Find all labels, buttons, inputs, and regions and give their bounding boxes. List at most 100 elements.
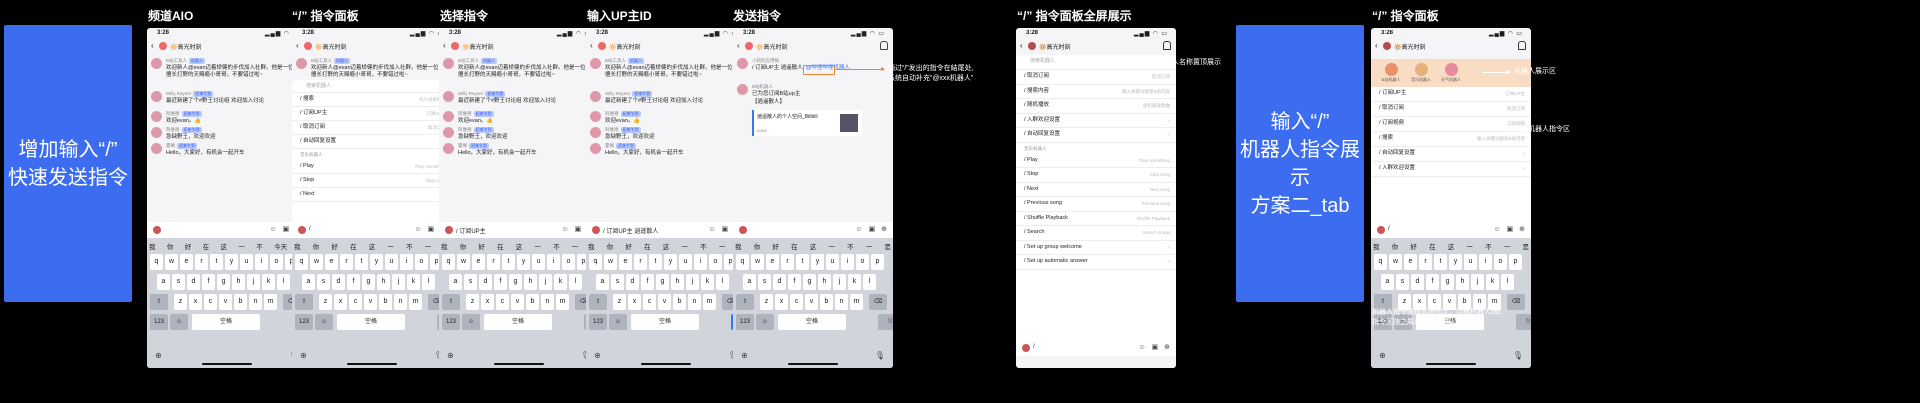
command-item[interactable]: / Search Search songs — [1016, 226, 1176, 241]
key[interactable]: o — [415, 254, 428, 270]
globe-icon[interactable]: ⊕ — [300, 351, 307, 360]
space-key[interactable]: 空格 — [778, 314, 846, 330]
key[interactable]: q — [736, 254, 749, 270]
link-card[interactable]: 逍遥散人的个人空间_Bilibili bilibili — [752, 110, 862, 136]
key[interactable]: t — [796, 254, 809, 270]
key[interactable]: u — [679, 254, 692, 270]
candidate-word[interactable]: 这 — [1448, 241, 1455, 251]
key[interactable]: u — [826, 254, 839, 270]
key[interactable]: f — [202, 274, 215, 290]
key[interactable]: l — [716, 274, 729, 290]
candidate-word[interactable]: 一 — [387, 241, 394, 251]
candidate-word[interactable]: 在 — [203, 241, 210, 251]
key[interactable]: y — [664, 254, 677, 270]
space-key[interactable]: 空格 — [631, 314, 699, 330]
command-item[interactable]: / 随机播放 随机播放歌曲 — [1016, 99, 1176, 114]
command-item[interactable]: / 入群欢迎设置 > — [1371, 162, 1531, 177]
candidate-word[interactable]: 在 — [350, 241, 357, 251]
back-icon[interactable]: ‹ — [737, 41, 740, 50]
back-icon[interactable]: ‹ — [443, 41, 446, 50]
member-icon[interactable] — [880, 41, 888, 50]
candidate-word[interactable]: 不 — [553, 241, 560, 251]
key[interactable]: s — [172, 274, 185, 290]
key[interactable]: m — [703, 294, 716, 310]
candidate-word[interactable]: 我 — [735, 241, 742, 251]
key[interactable]: g — [803, 274, 816, 290]
back-icon[interactable]: ‹ — [1375, 41, 1378, 50]
key[interactable]: g — [217, 274, 230, 290]
key[interactable]: z — [174, 294, 187, 310]
bot-tab[interactable]: B站机器人 — [1379, 63, 1403, 83]
key[interactable]: i — [694, 254, 707, 270]
key[interactable]: r — [195, 254, 208, 270]
key[interactable]: c — [790, 294, 803, 310]
mic-icon[interactable]: 🎙 — [1513, 351, 1523, 360]
key[interactable]: o — [270, 254, 283, 270]
key[interactable]: w — [604, 254, 617, 270]
command-item[interactable]: / Set up automatic answer > — [1016, 255, 1176, 270]
bot-tab[interactable]: 天气机器人 — [1439, 63, 1463, 83]
key[interactable]: t — [502, 254, 515, 270]
candidate-word[interactable]: 好 — [625, 241, 632, 251]
key[interactable]: s — [611, 274, 624, 290]
numbers-key[interactable]: 123 — [295, 314, 313, 330]
numbers-key[interactable]: 123 — [442, 314, 460, 330]
candidate-word[interactable]: 今天 — [274, 241, 287, 251]
key[interactable]: f — [788, 274, 801, 290]
key[interactable]: w — [1389, 254, 1402, 270]
emoji-key[interactable]: ☺ — [462, 314, 480, 330]
key[interactable]: s — [464, 274, 477, 290]
shift-key[interactable]: ⇧ — [589, 294, 607, 310]
candidate-word[interactable]: 我 — [1373, 241, 1380, 251]
key[interactable]: i — [1479, 254, 1492, 270]
input-tool-icons[interactable]: ☺ ▣ ⊕ — [1138, 343, 1172, 351]
globe-icon[interactable]: ⊕ — [741, 351, 748, 360]
command-item[interactable]: / 取消订阅 取消订阅 — [1371, 102, 1531, 117]
key[interactable]: l — [863, 274, 876, 290]
key[interactable]: z — [760, 294, 773, 310]
key[interactable]: m — [264, 294, 277, 310]
shift-key[interactable]: ⇧ — [442, 294, 460, 310]
candidate-word[interactable]: 好 — [478, 241, 485, 251]
key[interactable]: n — [688, 294, 701, 310]
candidate-word[interactable]: 是 — [1523, 241, 1530, 251]
key[interactable]: d — [773, 274, 786, 290]
candidate-word[interactable]: 一 — [866, 241, 873, 251]
key[interactable]: z — [466, 294, 479, 310]
key[interactable]: g — [362, 274, 375, 290]
key[interactable]: j — [247, 274, 260, 290]
key[interactable]: t — [649, 254, 662, 270]
candidate-word[interactable]: 你 — [607, 241, 614, 251]
key[interactable]: m — [850, 294, 863, 310]
key[interactable]: l — [1501, 274, 1514, 290]
key[interactable]: v — [219, 294, 232, 310]
message-input[interactable]: / 订阅UP主 逍遥散人 — [603, 226, 658, 235]
bot-search-input[interactable]: 搜索机器人 — [292, 80, 452, 93]
delete-key[interactable]: ⌫ — [869, 294, 887, 310]
space-key[interactable]: 空格 — [484, 314, 552, 330]
key[interactable]: s — [1396, 274, 1409, 290]
candidate-word[interactable]: 一 — [1504, 241, 1511, 251]
key[interactable]: b — [820, 294, 833, 310]
candidate-word[interactable]: 不 — [406, 241, 413, 251]
key[interactable]: t — [355, 254, 368, 270]
key[interactable]: o — [856, 254, 869, 270]
key[interactable]: s — [317, 274, 330, 290]
back-icon[interactable]: ‹ — [296, 41, 299, 50]
key[interactable]: q — [1374, 254, 1387, 270]
command-item[interactable]: / 搜索 输入关键词搜索B站内容 — [1371, 132, 1531, 147]
key[interactable]: i — [547, 254, 560, 270]
key[interactable]: n — [249, 294, 262, 310]
key[interactable]: h — [232, 274, 245, 290]
command-item[interactable]: / 搜索内容 输入关键词搜索B站内容 — [1016, 85, 1176, 99]
candidate-word[interactable]: 这 — [810, 241, 817, 251]
back-icon[interactable]: ‹ — [590, 41, 593, 50]
key[interactable]: e — [619, 254, 632, 270]
key[interactable]: f — [641, 274, 654, 290]
candidate-word[interactable]: 一 — [1466, 241, 1473, 251]
key[interactable]: l — [277, 274, 290, 290]
key[interactable]: l — [422, 274, 435, 290]
key[interactable]: f — [347, 274, 360, 290]
key[interactable]: o — [562, 254, 575, 270]
key[interactable]: f — [1426, 274, 1439, 290]
